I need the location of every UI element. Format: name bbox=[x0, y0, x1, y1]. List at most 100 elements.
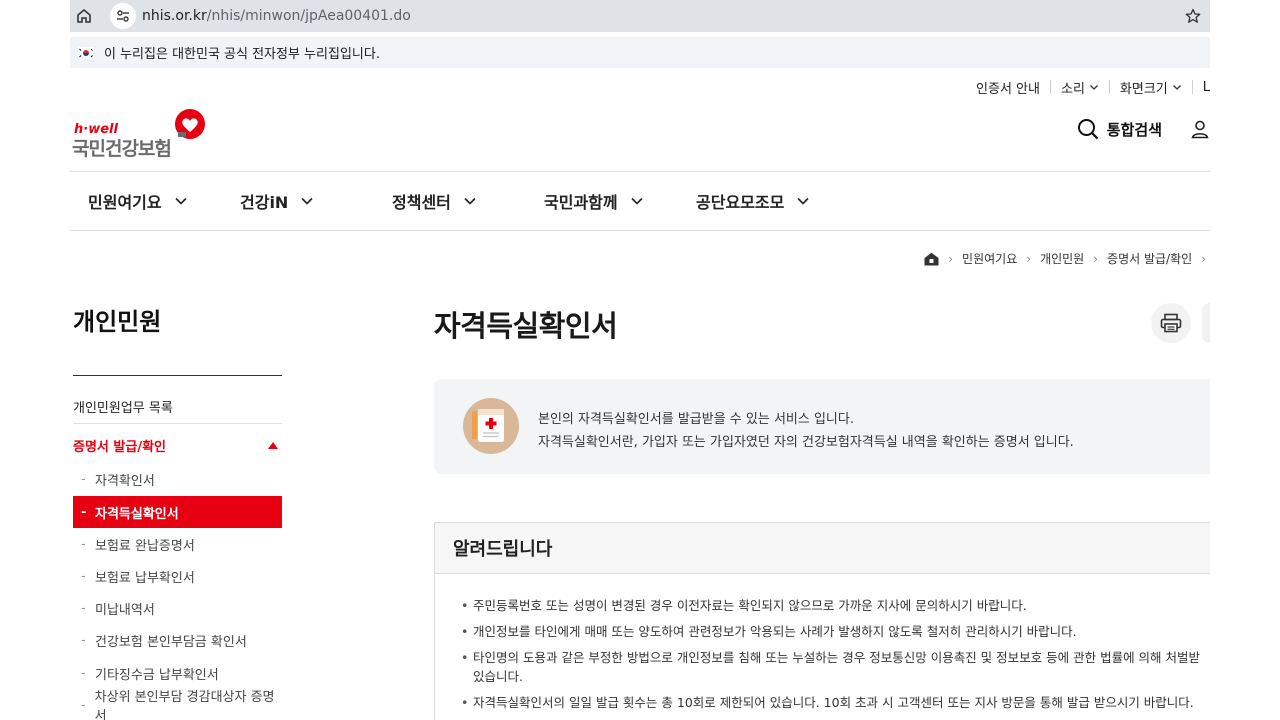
chevron-right-icon: › bbox=[1093, 251, 1099, 266]
language-dropdown[interactable]: L bbox=[1193, 78, 1210, 96]
lnb-sub-item-active[interactable]: - 자격득실확인서 bbox=[73, 496, 282, 528]
intro-line-1: 본인의 자격득실확인서를 발급받을 수 있는 서비스 입니다. bbox=[538, 412, 854, 427]
dash-icon: - bbox=[81, 504, 87, 520]
notice-title: 알려드립니다 bbox=[435, 523, 1210, 574]
global-nav: 민원여기요 건강iN 정책센터 국민과함께 공단요모조모 bbox=[70, 171, 1210, 231]
font-size-label: 화면크기 bbox=[1119, 81, 1168, 97]
chevron-right-icon: › bbox=[948, 251, 954, 266]
lnb-sub-label: 건강보험 본인부담금 확인서 bbox=[95, 634, 247, 650]
chevron-down-icon bbox=[175, 197, 187, 205]
logo-name: 국민건강보험 bbox=[72, 138, 172, 160]
lnb-sub-label: 차상위 본인부담 경감대상자 증명서 bbox=[94, 690, 275, 720]
language-label: L bbox=[1202, 79, 1210, 95]
chevron-down-icon bbox=[797, 197, 809, 205]
chevron-down-icon bbox=[631, 197, 643, 205]
notice-item: 주민등록번호 또는 성명이 변경된 경우 이전자료는 확인되지 않으므로 가까운… bbox=[461, 596, 1213, 615]
gnb-menu-minwon[interactable]: 민원여기요 bbox=[88, 172, 188, 230]
cert-guide-label: 인증서 안내 bbox=[976, 81, 1040, 97]
gnb-label: 민원여기요 bbox=[88, 193, 162, 212]
lnb-sub-label: 자격득실확인서 bbox=[95, 506, 179, 522]
nhis-logo[interactable]: h·well 국민건강보험 bbox=[72, 108, 212, 160]
gnb-menu-policy[interactable]: 정책센터 bbox=[392, 172, 477, 230]
service-intro-box: 본인의 자격득실확인서를 발급받을 수 있는 서비스 입니다. 자격득실확인서란… bbox=[434, 379, 1210, 474]
browser-address-bar: nhis.or.kr/nhis/minwon/jpAea00401.do bbox=[70, 0, 1210, 32]
lnb-group-certificates[interactable]: 증명서 발급/확인 bbox=[73, 436, 282, 455]
sound-label: 소리 bbox=[1060, 81, 1085, 97]
chevron-down-icon bbox=[301, 197, 313, 205]
gnb-label: 공단요모조모 bbox=[696, 193, 785, 212]
lnb-sub-item[interactable]: - 건강보험 본인부담금 확인서 bbox=[73, 624, 282, 656]
notice-item: 개인정보를 타인에게 매매 또는 양도하여 관련정보가 악용되는 사례가 발생하… bbox=[461, 622, 1213, 641]
gnb-menu-together[interactable]: 국민과함께 bbox=[544, 172, 644, 230]
site-settings-icon[interactable] bbox=[110, 3, 136, 29]
intro-line-2: 자격득실확인서란, 가입자 또는 가입자였던 자의 건강보험자격득실 내역을 확… bbox=[538, 435, 1074, 450]
dash-icon: - bbox=[81, 697, 86, 713]
url-host: nhis.or.kr bbox=[142, 8, 207, 24]
cert-guide-link[interactable]: 인증서 안내 bbox=[966, 78, 1050, 97]
notice-box: 알려드립니다 주민등록번호 또는 성명이 변경된 경우 이전자료는 확인되지 않… bbox=[434, 522, 1210, 720]
heart-logo-icon bbox=[175, 109, 205, 139]
chevron-right-icon: › bbox=[1201, 251, 1206, 266]
lnb-sub-item[interactable]: - 보험료 완납증명서 bbox=[73, 528, 282, 560]
page-title: 자격득실확인서 bbox=[434, 309, 618, 343]
print-icon bbox=[1160, 313, 1182, 333]
gnb-menu-about[interactable]: 공단요모조모 bbox=[696, 172, 810, 230]
gnb-label: 국민과함께 bbox=[544, 193, 618, 212]
home-icon[interactable] bbox=[72, 4, 96, 28]
lnb-sub-item[interactable]: - 미납내역서 bbox=[73, 592, 282, 624]
gnb-menu-health[interactable]: 건강iN bbox=[240, 172, 314, 230]
chevron-right-icon: › bbox=[1026, 251, 1032, 266]
utility-links: 인증서 안내 소리 화면크기 L bbox=[966, 78, 1210, 97]
home-icon[interactable] bbox=[924, 252, 939, 266]
dash-icon: - bbox=[81, 600, 86, 616]
lnb-sub-item[interactable]: - 기타징수금 납부확인서 bbox=[73, 657, 282, 689]
lnb-sub-label: 자격확인서 bbox=[95, 473, 155, 489]
lnb-sub-label: 기타징수금 납부확인서 bbox=[95, 667, 219, 683]
user-icon[interactable] bbox=[1190, 119, 1210, 139]
integrated-search-button[interactable]: 통합검색 bbox=[1077, 118, 1162, 140]
chevron-down-icon bbox=[1172, 85, 1181, 90]
lnb-divider bbox=[73, 423, 282, 424]
breadcrumb-item[interactable]: 증명서 발급/확인 bbox=[1107, 250, 1192, 267]
gov-notice-text: 이 누리집은 대한민국 공식 전자정부 누리집입니다. bbox=[104, 47, 380, 62]
dash-icon: - bbox=[81, 632, 86, 648]
notice-list: 주민등록번호 또는 성명이 변경된 경우 이전자료는 확인되지 않으므로 가까운… bbox=[461, 596, 1213, 719]
search-label: 통합검색 bbox=[1106, 120, 1162, 139]
notice-item: 타인명의 도용과 같은 부정한 방법으로 개인정보를 침해 또는 누설하는 경우… bbox=[461, 648, 1213, 667]
header-tools: 통합검색 bbox=[1077, 118, 1210, 140]
lnb-title: 개인민원 bbox=[73, 308, 162, 336]
gnb-label: 정책센터 bbox=[392, 193, 451, 212]
triangle-up-icon bbox=[268, 442, 278, 449]
url-field[interactable]: nhis.or.kr/nhis/minwon/jpAea00401.do bbox=[142, 8, 411, 24]
dash-icon: - bbox=[81, 471, 86, 487]
lnb-sub-label: 미납내역서 bbox=[95, 602, 155, 618]
lnb-item-list[interactable]: 개인민원업무 목록 bbox=[73, 397, 282, 416]
url-path: /nhis/minwon/jpAea00401.do bbox=[206, 8, 411, 24]
search-icon bbox=[1077, 119, 1099, 140]
breadcrumb-item[interactable]: 민원여기요 bbox=[962, 250, 1017, 267]
lnb-group-label: 증명서 발급/확인 bbox=[73, 440, 166, 455]
dash-icon: - bbox=[81, 536, 86, 552]
certificate-document-icon bbox=[463, 398, 519, 454]
dash-icon: - bbox=[81, 665, 86, 681]
lnb-sub-item[interactable]: - 자격확인서 bbox=[73, 463, 282, 495]
print-button[interactable] bbox=[1151, 303, 1191, 343]
gnb-label: 건강iN bbox=[240, 193, 289, 212]
lnb-sub-item[interactable]: - 차상위 본인부담 경감대상자 증명서 bbox=[73, 689, 282, 720]
lnb-sub-label: 보험료 완납증명서 bbox=[95, 538, 195, 554]
lnb-divider bbox=[73, 375, 282, 376]
sound-dropdown[interactable]: 소리 bbox=[1051, 78, 1109, 97]
dash-icon: - bbox=[81, 568, 86, 584]
korea-flag-icon bbox=[78, 46, 94, 59]
bookmark-star-icon[interactable] bbox=[1182, 5, 1204, 27]
chevron-down-icon bbox=[464, 197, 476, 205]
share-button[interactable] bbox=[1202, 303, 1210, 343]
chevron-down-icon bbox=[1089, 85, 1098, 90]
breadcrumb-item[interactable]: 개인민원 bbox=[1040, 250, 1084, 267]
notice-item-continued: 있습니다. bbox=[473, 669, 523, 684]
font-size-dropdown[interactable]: 화면크기 bbox=[1110, 78, 1192, 97]
lnb-sub-label: 보험료 납부확인서 bbox=[95, 570, 195, 586]
lnb-sub-item[interactable]: - 보험료 납부확인서 bbox=[73, 560, 282, 592]
gov-notice-bar: 이 누리집은 대한민국 공식 전자정부 누리집입니다. bbox=[70, 37, 1210, 68]
breadcrumb: › 민원여기요 › 개인민원 › 증명서 발급/확인 › bbox=[924, 250, 1206, 267]
